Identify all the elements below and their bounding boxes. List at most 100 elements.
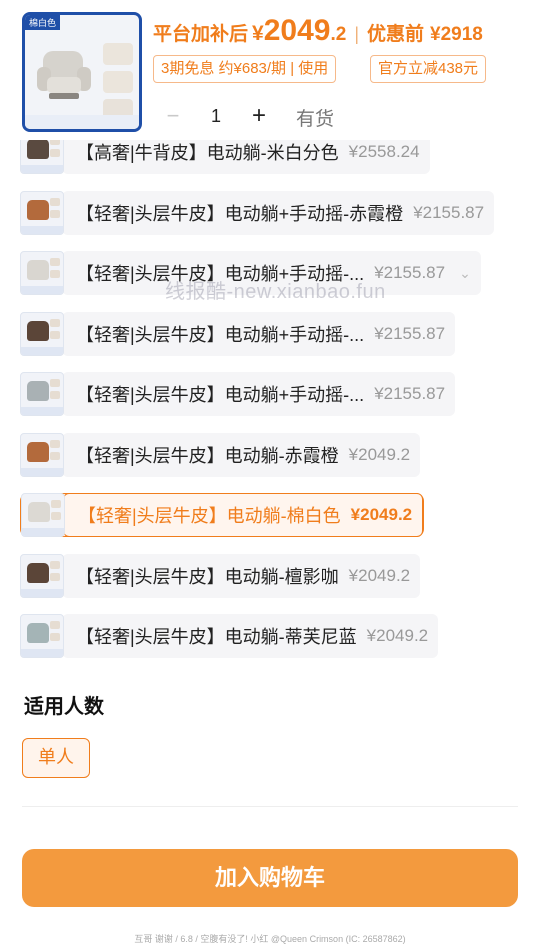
detail-image <box>51 512 61 520</box>
detail-image <box>50 573 60 581</box>
thumbnail-caption-bar <box>21 649 63 657</box>
sku-option-thumbnail <box>20 251 64 295</box>
sku-option-name: 【轻奢|头层牛皮】电动躺-檀影咖 <box>76 567 339 587</box>
detail-image <box>103 43 133 65</box>
sku-option-thumbnail <box>20 433 64 477</box>
detail-image <box>50 331 60 339</box>
price-separator: | <box>354 24 359 44</box>
original-price-label: 优惠前 <box>367 24 425 45</box>
detail-image <box>50 210 60 218</box>
detail-image <box>50 149 60 157</box>
detail-image <box>50 379 60 387</box>
detail-image <box>51 500 61 508</box>
original-price: ¥2918 <box>430 24 483 45</box>
chevron-down-icon[interactable]: ⌄ <box>459 265 471 282</box>
sku-option-label-box[interactable]: 【轻奢|头层牛皮】电动躺-檀影咖 ¥2049.2 <box>62 554 421 598</box>
watermark: 线报酷-new.xianbao.fun <box>165 281 386 303</box>
sku-option-name: 【轻奢|头层牛皮】电动躺+手动摇-赤霞橙 <box>76 204 404 224</box>
chair-color-swatch <box>27 623 49 643</box>
detail-image <box>50 561 60 569</box>
sku-option-name: 【轻奢|头层牛皮】电动躺-棉白色 <box>78 506 341 526</box>
subsidy-price-label: 平台加补后 <box>153 24 249 45</box>
chair-color-swatch <box>28 502 50 522</box>
sku-option-price: ¥2155.87 <box>374 384 446 403</box>
detail-image <box>50 440 60 448</box>
decrease-button[interactable]: − <box>153 103 193 129</box>
sku-option-price: ¥2155.87 <box>374 324 446 343</box>
thumbnail-caption-bar <box>21 165 63 173</box>
detail-image <box>50 633 60 641</box>
thumbnail-caption-bar <box>21 286 63 294</box>
stock-status: 有货 <box>296 109 335 130</box>
sku-option-name: 【轻奢|头层牛皮】电动躺-赤霞橙 <box>76 446 339 466</box>
detail-image <box>103 71 133 93</box>
thumbnail-caption-bar <box>21 347 63 355</box>
sku-option-label-box[interactable]: 【轻奢|头层牛皮】电动躺-棉白色 ¥2049.2 <box>63 493 424 537</box>
increase-button[interactable]: + <box>239 102 279 130</box>
sku-option[interactable]: 【轻奢|头层牛皮】电动躺-棉白色 ¥2049.2 <box>20 493 425 537</box>
sku-option-name: 【高奢|牛背皮】电动躺-米白分色 <box>76 143 339 163</box>
sku-option-price: ¥2049.2 <box>348 566 411 585</box>
people-section-title: 适用人数 <box>24 696 104 718</box>
chair-color-swatch <box>27 139 49 159</box>
detail-image <box>50 319 60 327</box>
price-integer: 2049 <box>263 14 331 47</box>
sku-option[interactable]: 【轻奢|头层牛皮】电动躺+手动摇-赤霞橙 ¥2155.87 <box>20 191 495 235</box>
chair-color-swatch <box>27 260 49 280</box>
installment-chip[interactable]: 3期免息 约¥683/期 | 使用 <box>153 55 337 83</box>
price-decimal: .2 <box>330 24 347 45</box>
sku-option-name: 【轻奢|头层牛皮】电动躺-蒂芙尼蓝 <box>76 627 357 647</box>
sku-option-price: ¥2049.2 <box>348 445 411 464</box>
sku-option-label-box[interactable]: 【轻奢|头层牛皮】电动躺+手动摇-赤霞橙 ¥2155.87 <box>62 191 495 235</box>
sku-option-price: ¥2558.24 <box>348 142 420 161</box>
sku-option-name: 【轻奢|头层牛皮】电动躺+手动摇-... <box>76 325 365 345</box>
detail-image <box>50 270 60 278</box>
discount-chip[interactable]: 官方立减438元 <box>370 55 487 83</box>
sku-option-thumbnail <box>21 493 65 537</box>
detail-image <box>50 391 60 399</box>
price-line: 平台加补后 ¥ 2049 .2 | 优惠前 ¥2918 <box>153 14 483 48</box>
quantity-value[interactable]: 1 <box>193 106 239 127</box>
chair-color-swatch <box>27 200 49 220</box>
sku-option-name: 【轻奢|头层牛皮】电动躺+手动摇-... <box>76 385 365 405</box>
sku-option-price: ¥2049.2 <box>366 626 429 645</box>
detail-image <box>50 198 60 206</box>
sku-option[interactable]: 【轻奢|头层牛皮】电动躺-赤霞橙 ¥2049.2 <box>20 433 421 477</box>
product-thumbnail[interactable]: 棉白色 <box>22 12 142 132</box>
detail-image <box>50 258 60 266</box>
thumbnail-caption-bar <box>22 528 64 536</box>
add-to-cart-button[interactable]: 加入购物车 <box>22 849 518 907</box>
detail-image <box>50 452 60 460</box>
sku-option-label-box[interactable]: 【轻奢|头层牛皮】电动躺-蒂芙尼蓝 ¥2049.2 <box>62 614 439 658</box>
chair-color-swatch <box>27 563 49 583</box>
chair-color-swatch <box>27 381 49 401</box>
sku-option-thumbnail <box>20 554 64 598</box>
sku-option[interactable]: 【轻奢|头层牛皮】电动躺-檀影咖 ¥2049.2 <box>20 554 421 598</box>
recliner-chair-icon <box>37 51 91 99</box>
divider <box>22 806 518 807</box>
thumbnail-color-tag: 棉白色 <box>25 15 61 30</box>
sku-option-thumbnail <box>20 372 64 416</box>
people-option-single[interactable]: 单人 <box>22 738 90 778</box>
sku-option-price: ¥2155.87 <box>413 203 485 222</box>
thumbnail-caption-bar <box>25 115 139 129</box>
sku-option[interactable]: 【轻奢|头层牛皮】电动躺-蒂芙尼蓝 ¥2049.2 <box>20 614 439 658</box>
sku-option[interactable]: 【轻奢|头层牛皮】电动躺+手动摇-... ¥2155.87 <box>20 372 456 416</box>
chair-color-swatch <box>27 321 49 341</box>
sku-option[interactable]: 【轻奢|头层牛皮】电动躺+手动摇-... ¥2155.87 <box>20 312 456 356</box>
detail-image <box>50 621 60 629</box>
sku-option-thumbnail <box>20 312 64 356</box>
sku-option-price: ¥2049.2 <box>350 505 413 524</box>
sku-option-thumbnail <box>20 191 64 235</box>
chair-color-swatch <box>27 442 49 462</box>
thumbnail-caption-bar <box>21 226 63 234</box>
sku-option-label-box[interactable]: 【轻奢|头层牛皮】电动躺+手动摇-... ¥2155.87 <box>62 372 456 416</box>
product-header: 棉白色 平台加补后 ¥ 2049 .2 | 优惠前 ¥2918 3期免息 约¥6… <box>0 0 540 140</box>
thumbnail-caption-bar <box>21 589 63 597</box>
thumbnail-caption-bar <box>21 468 63 476</box>
footer-note: 互哥 谢谢 / 6.8 / 空腹有没了! 小红 @Queen Crimson (… <box>134 934 406 944</box>
sku-option-label-box[interactable]: 【轻奢|头层牛皮】电动躺-赤霞橙 ¥2049.2 <box>62 433 421 477</box>
sku-option-label-box[interactable]: 【轻奢|头层牛皮】电动躺+手动摇-... ¥2155.87 <box>62 312 456 356</box>
thumbnail-caption-bar <box>21 407 63 415</box>
quantity-stepper: − 1 + <box>153 100 283 132</box>
